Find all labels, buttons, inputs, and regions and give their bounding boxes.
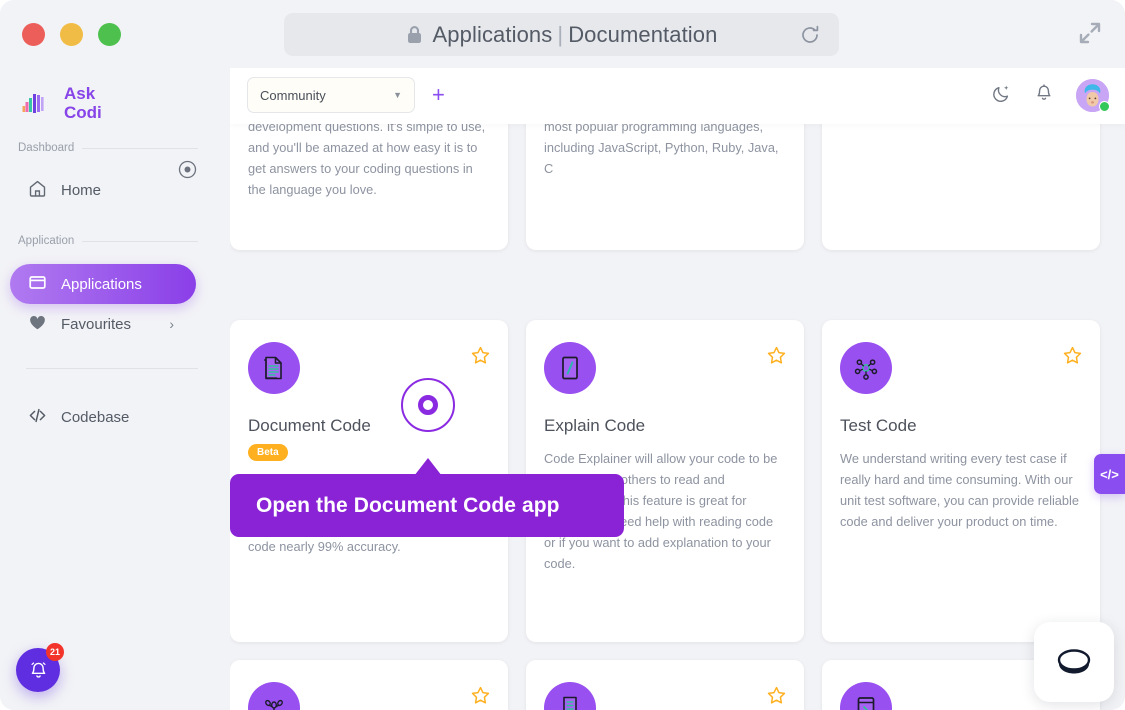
url-separator: | xyxy=(557,22,563,47)
sidebar-item-label: Home xyxy=(61,182,101,199)
notifications-fab-button[interactable]: 21 xyxy=(16,648,60,692)
close-window-button[interactable] xyxy=(22,23,45,46)
app-window-icon xyxy=(840,682,892,710)
molecule-icon xyxy=(248,682,300,710)
divider xyxy=(26,368,198,369)
sidebar-item-label: Favourites xyxy=(61,316,131,333)
code-slash-box-icon xyxy=(544,342,596,394)
chat-bubble-widget-icon xyxy=(1051,639,1097,685)
notification-count-badge: 21 xyxy=(46,643,64,661)
chevron-right-icon: › xyxy=(169,316,174,332)
divider xyxy=(82,241,198,242)
workspace-select-value: Community xyxy=(260,88,326,103)
brand-logo-block[interactable]: Ask Codi xyxy=(20,84,102,122)
url-secondary: Documentation xyxy=(568,22,717,47)
apps-grid: The app development is the easiest way t… xyxy=(230,124,1125,710)
add-app-button[interactable]: + xyxy=(432,86,445,104)
cursor-pointer-dot xyxy=(418,395,438,415)
home-icon xyxy=(28,179,47,202)
bell-icon xyxy=(28,660,49,681)
maximize-window-button[interactable] xyxy=(98,23,121,46)
browser-window: Applications|Documentation xyxy=(0,0,1125,710)
content-toolbar: Community ▼ + xyxy=(230,68,1125,124)
section-label-application: Application xyxy=(18,235,198,247)
dark-mode-moon-icon[interactable] xyxy=(991,83,1012,109)
favourite-star-icon[interactable] xyxy=(767,686,786,710)
traffic-light-buttons xyxy=(22,23,121,46)
address-bar[interactable]: Applications|Documentation xyxy=(284,13,839,56)
favourite-star-icon[interactable] xyxy=(471,346,490,370)
url-primary: Applications xyxy=(433,22,553,47)
minimize-window-button[interactable] xyxy=(60,23,83,46)
workspace-select[interactable]: Community ▼ xyxy=(247,77,415,113)
card-description: We understand writing every test case if… xyxy=(840,448,1082,532)
brand-name: Ask Codi xyxy=(64,84,102,122)
expand-arrows-icon[interactable] xyxy=(1077,20,1103,51)
code-snippet-tab-button[interactable]: </> xyxy=(1094,454,1125,494)
app-card-partial-4[interactable] xyxy=(230,660,508,710)
code-brackets-icon xyxy=(28,406,47,429)
document-lines-icon xyxy=(248,342,300,394)
reload-icon[interactable] xyxy=(799,24,821,51)
card-title: Explain Code xyxy=(544,416,786,436)
section-label-blank xyxy=(18,368,198,369)
favourite-star-icon[interactable] xyxy=(767,346,786,370)
app-card-test-code[interactable]: Test Code We understand writing every te… xyxy=(822,320,1100,642)
sidebar-item-applications[interactable]: Applications xyxy=(10,264,196,304)
card-title: Test Code xyxy=(840,416,1082,436)
sidebar: Ask Codi Dashboard Home Application Appl… xyxy=(0,68,230,710)
receipt-list-icon xyxy=(544,682,596,710)
sidebar-item-label: Codebase xyxy=(61,409,129,426)
beta-badge: Beta xyxy=(248,444,288,461)
lock-icon xyxy=(406,25,423,44)
sidebar-item-favourites[interactable]: Favourites › xyxy=(10,304,196,344)
callout-text: Open the Document Code app xyxy=(256,494,560,518)
askcodi-logo-icon xyxy=(20,88,50,118)
brand-line-1: Ask xyxy=(64,84,95,103)
address-bar-text: Applications|Documentation xyxy=(433,22,718,48)
network-nodes-icon xyxy=(840,342,892,394)
instruction-callout: Open the Document Code app xyxy=(230,474,624,537)
main-content: Community ▼ + xyxy=(230,68,1125,710)
favourite-star-icon[interactable] xyxy=(471,686,490,710)
card-title: Document Code xyxy=(248,416,490,436)
chevron-down-icon: ▼ xyxy=(393,90,402,100)
online-status-dot xyxy=(1099,101,1110,112)
app-card-partial-5[interactable] xyxy=(526,660,804,710)
sidebar-item-home[interactable]: Home xyxy=(10,170,196,210)
brand-line-2: Codi xyxy=(64,103,102,122)
title-bar: Applications|Documentation xyxy=(0,0,1125,68)
window-icon xyxy=(28,273,47,296)
sidebar-item-label: Applications xyxy=(61,276,142,293)
chat-widget-button[interactable] xyxy=(1034,622,1114,702)
sidebar-item-codebase[interactable]: Codebase xyxy=(10,397,196,437)
section-label-dashboard: Dashboard xyxy=(18,142,198,154)
favourite-star-icon[interactable] xyxy=(1063,346,1082,370)
notification-bell-icon[interactable] xyxy=(1034,83,1054,108)
divider xyxy=(82,148,198,149)
toolbar-icon-group xyxy=(991,79,1109,112)
heart-icon xyxy=(28,313,47,336)
avatar[interactable] xyxy=(1076,79,1109,112)
